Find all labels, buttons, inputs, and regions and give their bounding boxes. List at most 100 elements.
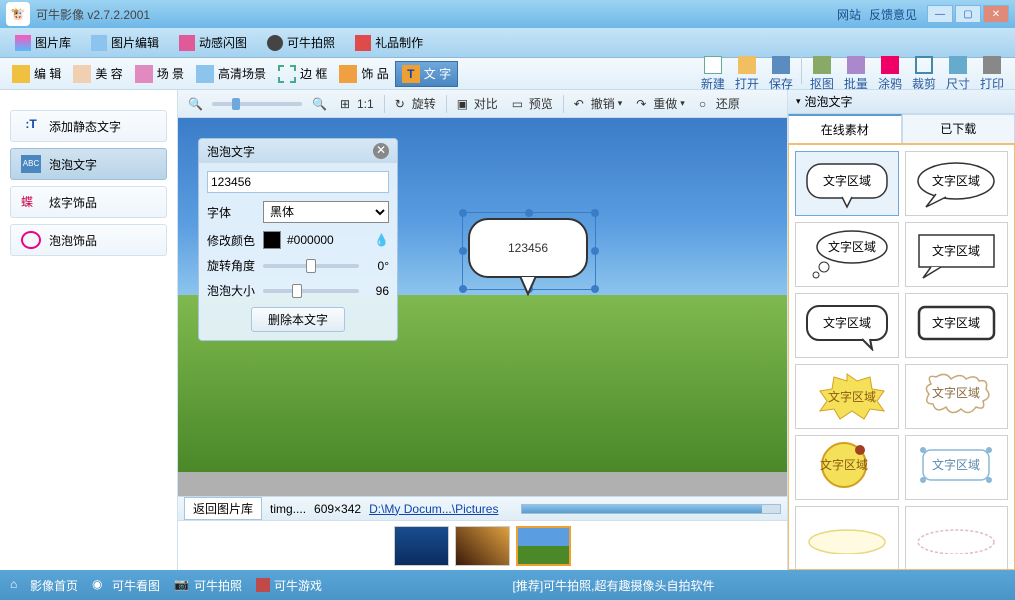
file-new[interactable]: 新建 xyxy=(696,56,730,92)
file-save[interactable]: 保存 xyxy=(764,56,798,92)
rotate-tool[interactable]: ↻旋转 xyxy=(391,95,440,112)
pencil-icon xyxy=(12,65,30,83)
home-icon: ⌂ xyxy=(10,577,26,593)
deco-icon xyxy=(339,65,357,83)
color-label: 修改颜色 xyxy=(207,232,257,249)
tool-edit[interactable]: 编 辑 xyxy=(6,62,67,86)
preview-icon: ▭ xyxy=(512,97,526,111)
zoom-slider[interactable] xyxy=(212,102,302,106)
canvas-status-bar: 返回图片库 timg.... 609×342 D:\My Docum...\Pi… xyxy=(178,496,787,520)
bubble-template-7[interactable]: 文字区域 xyxy=(795,364,899,429)
svg-text:文字区域: 文字区域 xyxy=(932,315,980,330)
tool-beauty[interactable]: 美 容 xyxy=(67,62,128,86)
tab-library[interactable]: 图片库 xyxy=(6,29,80,56)
footer-camera[interactable]: 📷可牛拍照 xyxy=(174,577,242,594)
bubble-template-12[interactable] xyxy=(905,506,1009,570)
eyedropper-icon[interactable]: 💧 xyxy=(374,233,389,247)
sidebar-bubble-deco[interactable]: 泡泡饰品 xyxy=(10,224,167,256)
file-doodle[interactable]: 涂鸦 xyxy=(873,56,907,92)
website-link[interactable]: 网站 xyxy=(837,6,861,23)
redo-tool[interactable]: ↷重做▾ xyxy=(632,95,689,112)
file-cutout[interactable]: 抠图 xyxy=(805,56,839,92)
gift-icon xyxy=(355,35,371,51)
bubble-template-9[interactable]: 文字区域 xyxy=(795,435,899,500)
zoom-in-icon: 🔍 xyxy=(312,97,326,111)
tab-gift[interactable]: 礼品制作 xyxy=(346,29,432,56)
bubble-template-1[interactable]: 文字区域 xyxy=(795,151,899,216)
thumb-1[interactable] xyxy=(394,526,449,566)
font-label: 字体 xyxy=(207,204,257,221)
scrollbar[interactable] xyxy=(521,504,781,514)
tool-deco[interactable]: 饰 品 xyxy=(333,62,394,86)
filepath[interactable]: D:\My Docum...\Pictures xyxy=(369,502,498,516)
bubble-template-5[interactable]: 文字区域 xyxy=(795,293,899,358)
tab-online[interactable]: 在线素材 xyxy=(788,114,902,143)
tab-camera[interactable]: 可牛拍照 xyxy=(258,29,344,56)
tool-hd[interactable]: 高清场景 xyxy=(190,62,272,86)
game-icon xyxy=(256,578,270,592)
zoom-in[interactable]: 🔍 xyxy=(308,97,330,111)
footer: ⌂影像首页 ◉可牛看图 📷可牛拍照 可牛游戏 [推荐]可牛拍照,超有趣摄像头自拍… xyxy=(0,570,1015,600)
minimize-button[interactable]: — xyxy=(927,5,953,23)
canvas[interactable]: 123456 泡泡文字✕ 字体黑体 修改颜色#000000💧 旋转角度0° 泡泡… xyxy=(178,118,787,496)
bubble-template-8[interactable]: 文字区域 xyxy=(905,364,1009,429)
font-select[interactable]: 黑体 xyxy=(263,201,389,223)
scene-icon xyxy=(135,65,153,83)
footer-home[interactable]: ⌂影像首页 xyxy=(10,577,78,594)
back-to-library-button[interactable]: 返回图片库 xyxy=(184,497,262,520)
thumb-3[interactable] xyxy=(516,526,571,566)
bubble-template-11[interactable] xyxy=(795,506,899,570)
border-icon xyxy=(278,65,296,83)
tool-border[interactable]: 边 框 xyxy=(272,62,333,86)
sidebar-static-text[interactable]: :T添加静态文字 xyxy=(10,110,167,142)
thumb-2[interactable] xyxy=(455,526,510,566)
footer-view[interactable]: ◉可牛看图 xyxy=(92,577,160,594)
zoom-out[interactable]: 🔍 xyxy=(184,97,206,111)
size-slider[interactable] xyxy=(263,289,359,293)
panel-close-button[interactable]: ✕ xyxy=(373,143,389,159)
tab-flash[interactable]: 动感闪图 xyxy=(170,29,256,56)
file-crop[interactable]: 裁剪 xyxy=(907,56,941,92)
bubble-template-4[interactable]: 文字区域 xyxy=(905,222,1009,287)
maximize-button[interactable]: ▢ xyxy=(955,5,981,23)
redo-icon: ↷ xyxy=(636,97,650,111)
new-icon xyxy=(704,56,722,74)
zoom-11[interactable]: ⊞1:1 xyxy=(336,97,378,111)
sidebar-cool-text[interactable]: 蝶炫字饰品 xyxy=(10,186,167,218)
restore-tool[interactable]: ○还原 xyxy=(695,95,744,112)
print-icon xyxy=(983,56,1001,74)
file-size[interactable]: 尺寸 xyxy=(941,56,975,92)
bubble-properties-panel[interactable]: 泡泡文字✕ 字体黑体 修改颜色#000000💧 旋转角度0° 泡泡大小96 删除… xyxy=(198,138,398,341)
rotate-slider[interactable] xyxy=(263,264,359,268)
flash-icon xyxy=(179,35,195,51)
delete-text-button[interactable]: 删除本文字 xyxy=(251,307,345,332)
svg-text:文字区域: 文字区域 xyxy=(820,457,868,472)
file-open[interactable]: 打开 xyxy=(730,56,764,92)
tool-scene[interactable]: 场 景 xyxy=(129,62,190,86)
tab-downloaded[interactable]: 已下载 xyxy=(902,114,1015,143)
bubble-template-3[interactable]: 文字区域 xyxy=(795,222,899,287)
compare-tool[interactable]: ▣对比 xyxy=(453,95,502,112)
library-icon xyxy=(15,35,31,51)
bubble-template-6[interactable]: 文字区域 xyxy=(905,293,1009,358)
close-button[interactable]: ✕ xyxy=(983,5,1009,23)
bubble-template-2[interactable]: 文字区域 xyxy=(905,151,1009,216)
preview-tool[interactable]: ▭预览 xyxy=(508,95,557,112)
file-print[interactable]: 打印 xyxy=(975,56,1009,92)
batch-icon xyxy=(847,56,865,74)
camera-icon: 📷 xyxy=(174,577,190,593)
file-batch[interactable]: 批量 xyxy=(839,56,873,92)
undo-tool[interactable]: ↶撤销▾ xyxy=(570,95,627,112)
tab-edit[interactable]: 图片编辑 xyxy=(82,29,168,56)
tool-text[interactable]: T文 字 xyxy=(395,61,458,87)
footer-game[interactable]: 可牛游戏 xyxy=(256,577,322,594)
sidebar-bubble-text[interactable]: ABC泡泡文字 xyxy=(10,148,167,180)
color-swatch[interactable] xyxy=(263,231,281,249)
feedback-link[interactable]: 反馈意见 xyxy=(869,6,917,23)
footer-promo[interactable]: [推荐]可牛拍照,超有趣摄像头自拍软件 xyxy=(513,579,715,593)
chevron-down-icon[interactable]: ▾ xyxy=(796,96,801,107)
bubble-object[interactable]: 123456 xyxy=(468,218,598,308)
bubble-text-input[interactable] xyxy=(207,171,389,193)
bubble-template-10[interactable]: 文字区域 xyxy=(905,435,1009,500)
panel-title: 泡泡文字 xyxy=(207,143,255,160)
